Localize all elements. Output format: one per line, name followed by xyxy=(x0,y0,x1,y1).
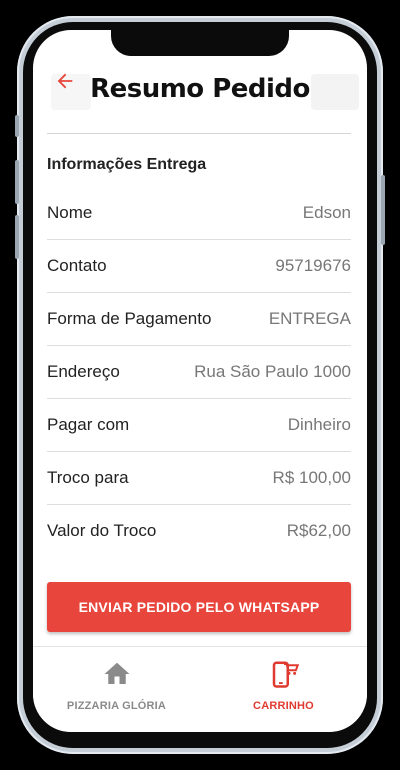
info-row-contact: Contato 95719676 xyxy=(47,240,351,293)
side-button xyxy=(15,160,19,204)
row-label: Pagar com xyxy=(47,415,130,434)
home-icon xyxy=(102,659,132,694)
row-label: Valor do Troco xyxy=(47,521,157,540)
info-list: Nome Edson Contato 95719676 Forma de Pag… xyxy=(47,187,351,557)
row-label: Forma de Pagamento xyxy=(47,309,212,328)
info-row-address: Endereço Rua São Paulo 1000 xyxy=(47,346,351,399)
row-value: Dinheiro xyxy=(287,415,351,434)
send-whatsapp-button[interactable]: ENVIAR PEDIDO PELO WHATSAPP xyxy=(47,582,351,632)
info-row-change-for: Troco para R$ 100,00 xyxy=(47,452,351,505)
row-label: Nome xyxy=(47,203,93,222)
row-value: 95719676 xyxy=(275,256,351,275)
row-value: R$ 100,00 xyxy=(272,468,351,487)
row-value: Edson xyxy=(302,203,351,222)
row-value: ENTREGA xyxy=(268,309,351,328)
tab-label: CARRINHO xyxy=(253,700,314,712)
header-divider xyxy=(47,133,351,134)
app-screen: Resumo Pedido Informações Entrega Nome E… xyxy=(33,30,367,732)
tab-cart[interactable]: CARRINHO xyxy=(200,647,367,732)
side-button xyxy=(15,215,19,259)
tab-pizzaria[interactable]: PIZZARIA GLÓRIA xyxy=(33,647,200,732)
row-label: Contato xyxy=(47,256,107,275)
side-button xyxy=(381,175,385,245)
page-title: Resumo Pedido xyxy=(90,74,310,104)
row-value: Rua São Paulo 1000 xyxy=(194,362,351,381)
bottom-tab-bar: PIZZARIA GLÓRIA CARRINHO xyxy=(33,646,367,732)
tab-label: PIZZARIA GLÓRIA xyxy=(66,700,167,712)
row-value: R$62,00 xyxy=(286,521,351,540)
cart-phone-icon xyxy=(269,659,299,694)
info-row-change-amount: Valor do Troco R$62,00 xyxy=(47,505,351,557)
section-title: Informações Entrega xyxy=(47,156,207,173)
info-row-name: Nome Edson xyxy=(47,187,351,240)
side-button xyxy=(15,115,19,137)
info-row-payment-method: Forma de Pagamento ENTREGA xyxy=(47,293,351,346)
row-label: Troco para xyxy=(47,468,129,487)
phone-notch xyxy=(111,30,289,56)
info-row-pay-with: Pagar com Dinheiro xyxy=(47,399,351,452)
row-label: Endereço xyxy=(47,362,120,381)
